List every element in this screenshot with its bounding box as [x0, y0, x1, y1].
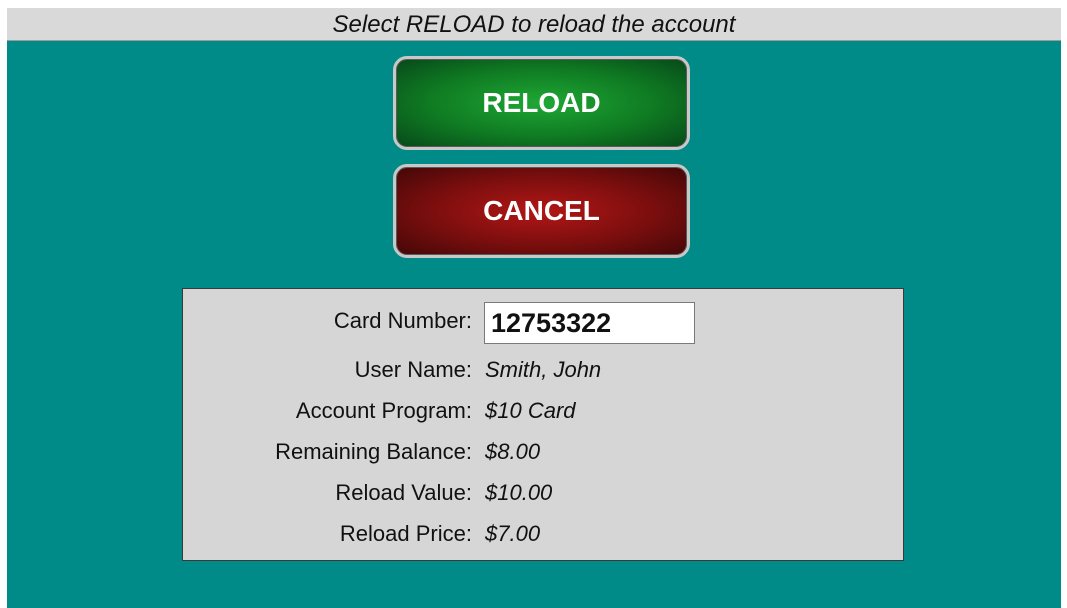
cancel-button[interactable]: CANCEL: [393, 164, 690, 258]
card-number-row: Card Number:: [183, 300, 903, 344]
reload-value-label: Reload Value:: [335, 480, 472, 505]
reload-value-row: Reload Value: $10.00: [183, 474, 903, 512]
user-name-row: User Name: Smith, John: [183, 351, 903, 389]
reload-price-label: Reload Price:: [339, 521, 472, 546]
card-number-label: Card Number:: [333, 308, 472, 333]
reload-value-value: $10.00: [485, 480, 553, 505]
account-program-value: $10 Card: [485, 398, 576, 423]
reload-price-value: $7.00: [485, 521, 541, 546]
account-info-panel: Card Number: User Name: Smith, John Acco…: [182, 288, 904, 561]
card-number-field[interactable]: [484, 302, 695, 344]
account-program-label: Account Program:: [295, 398, 472, 423]
remaining-balance-row: Remaining Balance: $8.00: [183, 433, 903, 471]
remaining-balance-value: $8.00: [485, 439, 541, 464]
account-program-row: Account Program: $10 Card: [183, 392, 903, 430]
user-name-label: User Name:: [354, 357, 472, 382]
reload-button[interactable]: RELOAD: [393, 56, 690, 150]
reload-price-row: Reload Price: $7.00: [183, 515, 903, 553]
user-name-value: Smith, John: [485, 357, 602, 382]
instruction-text: Select RELOAD to reload the account: [7, 8, 1061, 41]
remaining-balance-label: Remaining Balance:: [275, 439, 472, 464]
reload-screen: Select RELOAD to reload the account RELO…: [7, 8, 1061, 608]
